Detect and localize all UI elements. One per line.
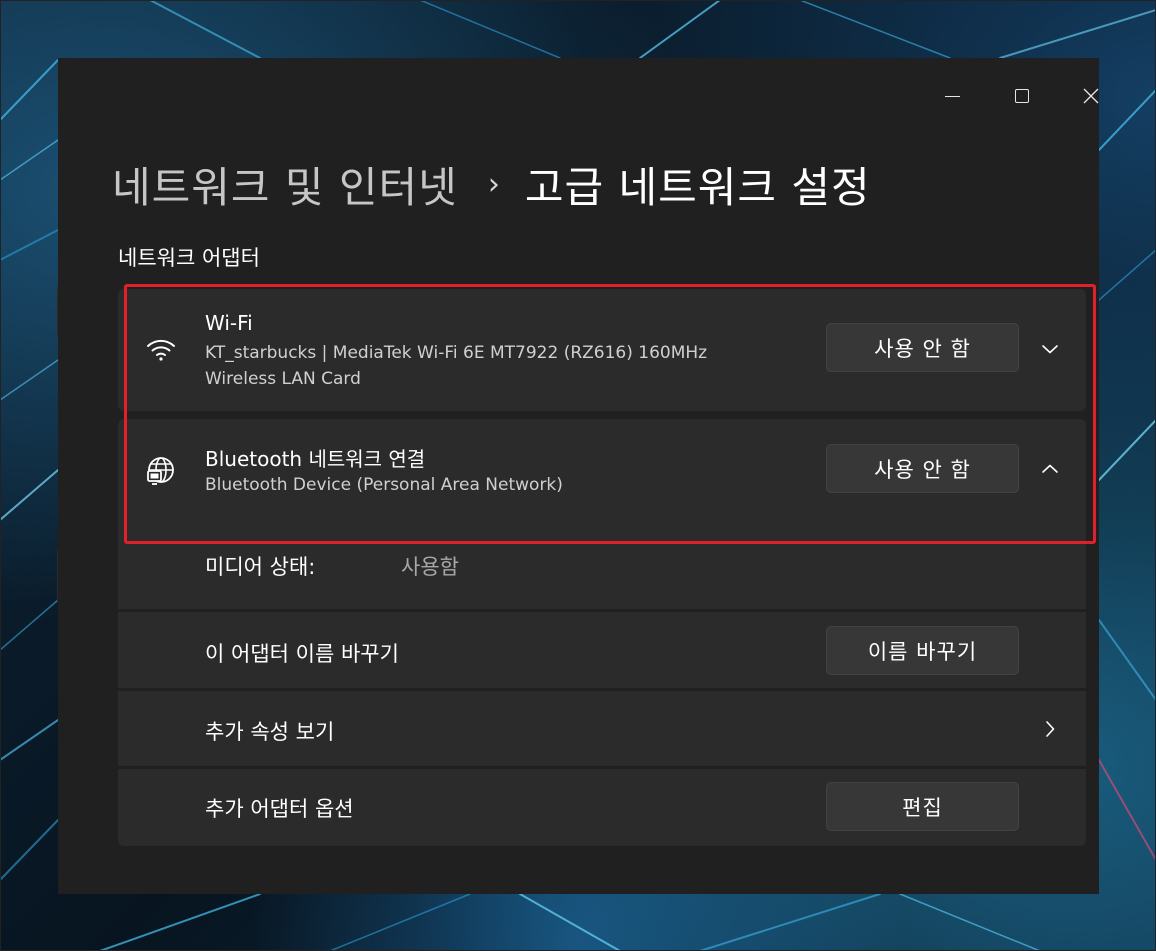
rename-adapter-row: 이 어댑터 이름 바꾸기 이름 바꾸기: [118, 612, 1086, 688]
adapter-description: KT_starbucks | MediaTek Wi-Fi 6E MT7922 …: [205, 343, 708, 363]
adapter-card-wifi[interactable]: Wi-Fi KT_starbucks | MediaTek Wi-Fi 6E M…: [118, 289, 1086, 411]
more-properties-label: 추가 속성 보기: [205, 720, 335, 744]
maximize-icon: [1015, 89, 1029, 103]
close-button[interactable]: [1068, 78, 1114, 114]
maximize-button[interactable]: [999, 78, 1045, 114]
media-state-label: 미디어 상태:: [205, 555, 316, 579]
disable-bluetooth-button[interactable]: 사용 안 함: [826, 444, 1019, 493]
chevron-down-icon[interactable]: [1038, 337, 1062, 361]
globe-network-icon: [145, 455, 177, 487]
section-title: 네트워크 어댑터: [118, 246, 260, 270]
edit-button[interactable]: 편집: [826, 782, 1019, 831]
wifi-icon: [145, 333, 177, 365]
rename-adapter-label: 이 어댑터 이름 바꾸기: [205, 642, 399, 666]
close-icon: [1083, 88, 1099, 104]
adapter-description-line2: Wireless LAN Card: [205, 369, 361, 389]
adapter-name: Bluetooth 네트워크 연결: [205, 447, 426, 471]
adapter-name: Wi-Fi: [205, 311, 253, 335]
media-state-value: 사용함: [401, 555, 459, 579]
breadcrumb-parent-link[interactable]: 네트워크 및 인터넷: [112, 154, 458, 215]
settings-window: 네트워크 및 인터넷 › 고급 네트워크 설정 네트워크 어댑터 Wi-Fi K…: [58, 58, 1099, 894]
breadcrumb-separator: ›: [487, 166, 501, 202]
adapter-card-bluetooth[interactable]: Bluetooth 네트워크 연결 Bluetooth Device (Pers…: [118, 419, 1086, 521]
minimize-button[interactable]: [929, 78, 975, 114]
disable-wifi-button[interactable]: 사용 안 함: [826, 323, 1019, 372]
more-adapter-options-label: 추가 어댑터 옵션: [205, 797, 354, 821]
chevron-up-icon[interactable]: [1038, 457, 1062, 481]
rename-button[interactable]: 이름 바꾸기: [826, 626, 1019, 675]
adapter-description: Bluetooth Device (Personal Area Network): [205, 475, 563, 495]
more-adapter-options-row: 추가 어댑터 옵션 편집: [118, 769, 1086, 846]
minimize-icon: [944, 95, 960, 97]
chevron-right-icon: [1038, 717, 1062, 741]
page-title: 고급 네트워크 설정: [524, 162, 871, 212]
more-properties-row[interactable]: 추가 속성 보기: [118, 691, 1086, 766]
media-state-row: 미디어 상태: 사용함: [118, 521, 1086, 609]
breadcrumb: 네트워크 및 인터넷 › 고급 네트워크 설정: [112, 156, 871, 212]
